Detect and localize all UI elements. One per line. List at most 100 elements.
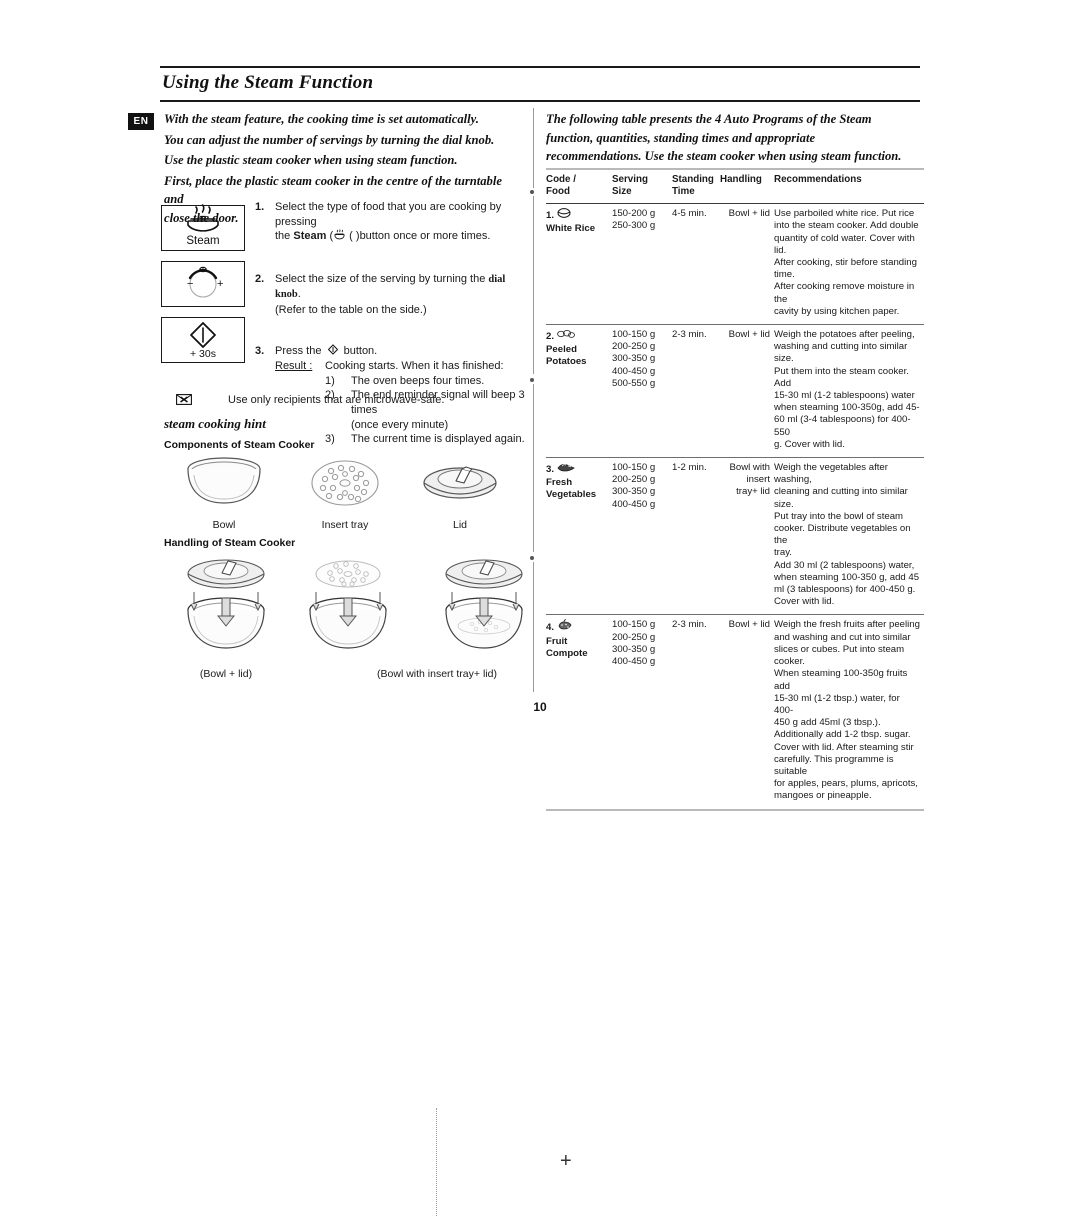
step-body: Select the type of food that you are coo…	[275, 200, 530, 244]
rec-line: tray.	[774, 547, 792, 559]
step-line: the Steam ( ( )button once or more times…	[275, 229, 530, 244]
step-line: Select the type of food that you are coo…	[275, 201, 502, 228]
food-name-line: Fruit	[546, 635, 568, 647]
serving-size: 300-350 g	[612, 353, 656, 365]
header-line: Standing	[672, 174, 714, 185]
rec-line: cavity by using kitchen paper.	[774, 305, 900, 317]
auto-programs-table: Code / Food Serving Size Standing Time H…	[546, 168, 924, 811]
step-line: Select the size of the serving by turnin…	[275, 272, 530, 303]
serving-size: 500-550 g	[612, 377, 656, 389]
component-caption: Bowl	[212, 519, 236, 531]
steam-cooking-hint-title: steam cooking hint	[164, 416, 266, 431]
rec-line: time.	[774, 269, 795, 281]
rec-line: cooker.	[774, 656, 805, 668]
cell-serving-size: 100-150 g 200-250 g 300-350 g 400-450 g …	[612, 325, 672, 457]
cell-standing-time: 2-3 min.	[672, 619, 707, 631]
rec-line: Add 30 ml (2 tablespoons) water,	[774, 559, 915, 571]
serving-size: 100-150 g	[612, 619, 656, 631]
handling-caption: (Bowl with insert tray+ lid)	[377, 668, 497, 680]
fruit-icon	[558, 619, 572, 630]
component-caption: Insert tray	[321, 519, 369, 531]
rec-line: Weigh the fresh fruits after peeling	[774, 619, 920, 631]
language-badge: EN	[128, 113, 154, 130]
rec-line: 15-30 ml (1-2 tbsp.) water, for 400-	[774, 692, 900, 716]
step-text: Select the size of the serving by turnin…	[275, 272, 489, 285]
steam-icon-inline	[334, 229, 345, 240]
serving-size: 400-450 g	[612, 656, 656, 668]
header-line: Time	[672, 186, 695, 197]
step-text: Press the	[275, 344, 322, 357]
page-header: Using the Steam Function	[160, 66, 920, 102]
rec-line: slices or cubes. Put into steam	[774, 643, 905, 655]
column-header-serving-size: Serving Size	[612, 170, 672, 203]
intro-line: function, quantities, standing times and…	[546, 130, 816, 145]
start-button-illustration: + 30s	[161, 317, 245, 363]
rec-line: Cover with lid.	[774, 596, 835, 608]
code-number: 4.	[546, 622, 555, 634]
cell-code: 2. Peeled Potatoes	[546, 325, 612, 457]
header-rule-bottom	[160, 100, 920, 102]
potatoes-icon	[556, 329, 575, 338]
cell-recommendations: Weigh the vegetables after washing, clea…	[774, 458, 924, 614]
cell-handling: Bowl + lid	[720, 204, 774, 324]
steam-button-illustration: Steam	[161, 204, 245, 251]
rec-line: Use parboiled white rice. Put rice	[774, 208, 915, 220]
bowl-tray-lid-icon	[445, 559, 523, 649]
components-illustrations: Bowl Insert tray Lid	[164, 455, 534, 531]
divider-dot	[530, 378, 534, 382]
bowl-plus-lid-icon	[187, 559, 265, 649]
serving-size: 100-150 g	[612, 462, 656, 474]
result-item: (once every minute)	[325, 418, 530, 433]
code-number: 2.	[546, 331, 555, 343]
plus-sign: +	[560, 1150, 572, 1172]
handling-line: Bowl + lid	[728, 329, 770, 341]
rec-line: After cooking remove moisture in the	[774, 281, 915, 305]
safety-note-text: Use only recipients that are microwave-s…	[228, 394, 445, 406]
code-number: 3.	[546, 464, 555, 476]
dial-knob-icon: − +	[187, 266, 223, 298]
rec-line: Put them into the steam cooker. Add	[774, 365, 909, 389]
header-line: Recommendations	[774, 174, 862, 185]
code-number: 1.	[546, 210, 555, 222]
handling-line: insert	[746, 474, 770, 486]
table-row: 4. Fruit Compote 100-150 g 200-250 g 300-…	[546, 615, 924, 808]
result-item: 3) The current time is displayed again.	[325, 432, 530, 447]
components-heading: Components of Steam Cooker	[164, 439, 315, 451]
svg-text:−: −	[187, 278, 193, 290]
step-2: 2. Select the size of the serving by tur…	[255, 272, 530, 318]
result-item-text: The oven beeps four times.	[351, 374, 485, 387]
component-lid: Lid	[400, 459, 520, 531]
step-text: ( )button once or more times.	[346, 230, 491, 243]
insert-tray-icon	[311, 460, 379, 506]
rec-line: cleaning and cutting into similar size.	[774, 486, 908, 510]
serving-size: 200-250 g	[612, 474, 656, 486]
handling-divider	[436, 1108, 438, 1216]
cell-standing-time: 4-5 min.	[672, 208, 707, 220]
note-marker-icon	[176, 394, 192, 405]
step-number: 2.	[255, 272, 265, 285]
intro-line: You can adjust the number of servings by…	[164, 132, 495, 147]
food-name-line: Vegetables	[546, 489, 597, 501]
cell-code: 3. Fresh Vegetables	[546, 458, 612, 614]
instruction-steps: 1. Select the type of food that you are …	[255, 200, 530, 447]
start-diamond-icon: + 30s	[190, 322, 216, 360]
serving-size: 400-450 g	[612, 498, 656, 510]
handling-line: Bowl with	[729, 462, 770, 474]
steam-pot-icon: Steam	[186, 204, 220, 247]
food-name: White Rice	[546, 223, 596, 235]
column-header-recommendations: Recommendations	[774, 170, 924, 203]
column-divider	[533, 108, 534, 188]
serving-size: 150-200 g	[612, 208, 656, 220]
handling-line: Bowl + lid	[728, 619, 770, 631]
cell-recommendations: Weigh the potatoes after peeling, washin…	[774, 325, 924, 457]
header-line: Serving	[612, 174, 648, 185]
rec-line: carefully. This programme is suitable	[774, 753, 894, 777]
result-item-number: 3)	[325, 433, 335, 446]
cell-handling: Bowl with insert tray+ lid	[720, 458, 774, 614]
cell-recommendations: Use parboiled white rice. Put rice into …	[774, 204, 924, 324]
result-item-text: (once every minute)	[351, 418, 449, 431]
intro-line: recommendations. Use the steam cooker wh…	[546, 149, 902, 163]
serving-size: 200-250 g	[612, 341, 656, 353]
rec-line: mangoes or pineapple.	[774, 790, 872, 802]
rec-line: cooker. Distribute vegetables on the	[774, 523, 911, 547]
